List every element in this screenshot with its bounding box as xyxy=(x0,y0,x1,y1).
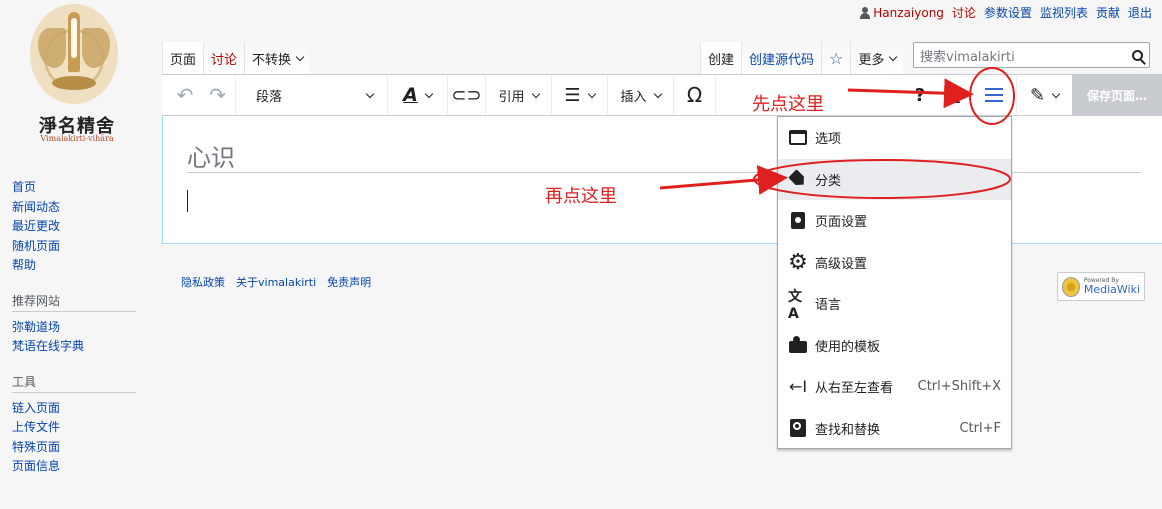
annotation-arrow-first xyxy=(847,78,974,109)
annotation-text-second: 再点这里 xyxy=(545,186,617,207)
annotation-overlay xyxy=(659,67,1015,199)
annotation-circle-menu xyxy=(969,67,1015,125)
annotation-ellipse-categories xyxy=(753,159,1011,199)
annotation-text-first: 先点这里 xyxy=(752,94,824,115)
